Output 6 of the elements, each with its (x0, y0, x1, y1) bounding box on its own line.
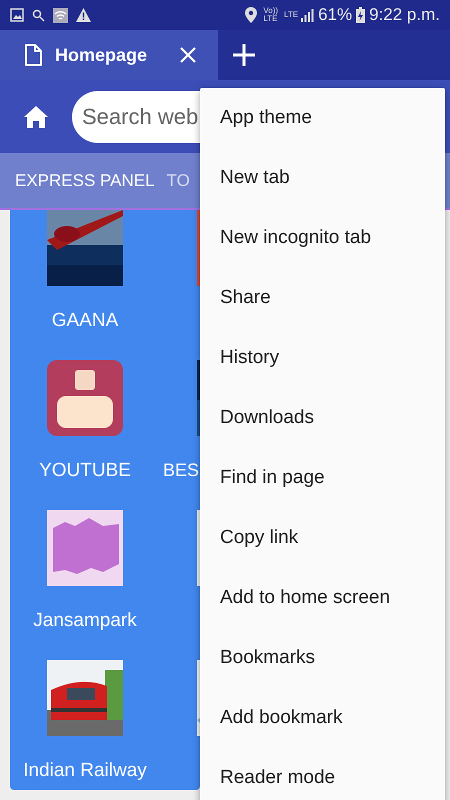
clock: 9:22 p.m. (369, 4, 440, 26)
network-label: Vo)) (263, 7, 278, 15)
network-label: LTE (284, 11, 298, 19)
battery-percent: 61% (318, 4, 352, 26)
network-label: LTE (263, 15, 278, 23)
tab-title: Homepage (55, 44, 148, 67)
